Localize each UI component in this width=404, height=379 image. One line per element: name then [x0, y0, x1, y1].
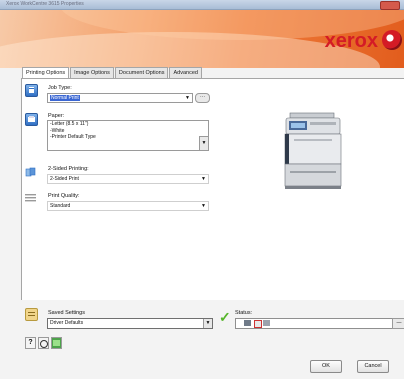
tab-image-options[interactable]: Image Options: [70, 67, 114, 78]
printer-image: [282, 111, 344, 189]
print-quality-icon: [25, 193, 36, 202]
tab-advanced[interactable]: Advanced: [169, 67, 202, 78]
tab-strip: Printing Options Image Options Document …: [22, 67, 203, 79]
xerox-logo-text: xerox: [324, 30, 378, 52]
two-sided-label: 2-Sided Printing:: [48, 166, 89, 172]
window-title-bar: Xerox WorkCentre 3615 Properties: [0, 0, 404, 10]
footer-area: Saved Settings Driver Defaults ▼ ✓ Statu…: [0, 300, 404, 379]
job-type-dropdown[interactable]: Normal Print ▼: [47, 93, 193, 103]
chevron-down-icon: ▼: [201, 176, 206, 182]
status-box: [235, 318, 393, 329]
saved-settings-value: Driver Defaults: [50, 320, 84, 326]
two-sided-icon: [25, 167, 36, 178]
xerox-logo-icon: [382, 30, 402, 50]
tab-document-options[interactable]: Document Options: [114, 67, 169, 78]
job-type-setup-button[interactable]: ···: [195, 93, 210, 103]
saved-settings-dropdown[interactable]: Driver Defaults ▼: [47, 318, 213, 329]
paper-type-line: -Printer Default Type: [50, 134, 96, 140]
two-sided-value: 2-Sided Print: [50, 176, 79, 182]
paper-menu-button[interactable]: ▼: [199, 136, 209, 151]
earth-smart-icon: [39, 340, 48, 348]
printing-options-panel: Job Type: Normal Print ▼ ··· Paper: -Let…: [21, 78, 404, 302]
saved-settings-icon: [25, 308, 38, 321]
paper-status-icon: [254, 320, 262, 328]
ok-button[interactable]: OK: [310, 360, 342, 373]
status-details-button[interactable]: —: [392, 318, 404, 329]
two-sided-dropdown[interactable]: 2-Sided Print ▼: [47, 174, 209, 184]
chevron-down-icon: ▼: [185, 95, 190, 101]
chevron-down-icon: ▼: [203, 319, 212, 328]
printer-status-icon: [244, 320, 251, 326]
xerox-banner: xerox: [0, 10, 404, 68]
printer-web-button[interactable]: [51, 337, 62, 349]
job-type-value: Normal Print: [50, 95, 80, 101]
print-quality-label: Print Quality:: [48, 193, 80, 199]
print-quality-value: Standard: [50, 203, 71, 209]
paper-label: Paper:: [48, 113, 65, 119]
paper-icon: [25, 113, 38, 126]
web-page-icon: [53, 340, 60, 346]
status-ok-icon: ✓: [219, 309, 231, 325]
help-icon: ?: [28, 339, 33, 346]
job-type-label: Job Type:: [48, 85, 72, 91]
saved-settings-label: Saved Settings: [48, 310, 85, 316]
earth-smart-button[interactable]: [38, 337, 49, 349]
print-quality-dropdown[interactable]: Standard ▼: [47, 201, 209, 211]
window-title: Xerox WorkCentre 3615 Properties: [6, 1, 84, 7]
status-label: Status:: [235, 310, 253, 316]
toner-status-icon: [263, 320, 270, 326]
chevron-down-icon: ▼: [201, 203, 206, 209]
cancel-button[interactable]: Cancel: [357, 360, 389, 373]
help-button[interactable]: ?: [25, 337, 36, 349]
paper-summary-box[interactable]: -Letter (8.5 x 11") -White -Printer Defa…: [47, 120, 209, 151]
close-window-button[interactable]: [380, 1, 400, 10]
job-type-icon: [25, 84, 38, 97]
